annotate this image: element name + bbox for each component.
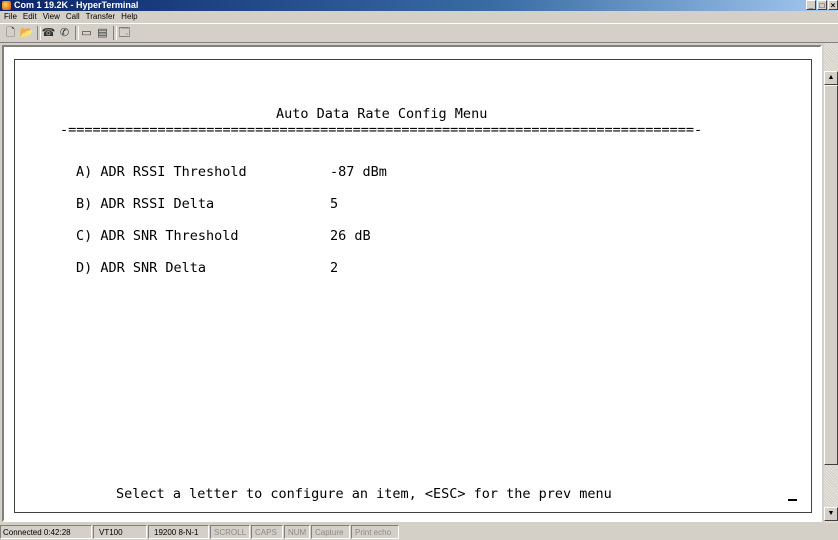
vertical-scrollbar[interactable]: ▲ ▼ [824,43,838,523]
connect-icon[interactable]: ☎ [41,26,56,40]
scroll-up-button[interactable]: ▲ [824,71,838,85]
scroll-down-button[interactable]: ▼ [824,507,838,521]
menu-file[interactable]: File [0,11,20,23]
toolbar: 🗋 📂 ☎ ✆ ▭ ▤ 🗔 [0,23,838,43]
option-c-value: 26 dB [330,228,371,244]
option-b-value: 5 [330,196,339,212]
option-d-label: D) ADR SNR Delta [76,260,207,276]
hyperterminal-app-icon[interactable] [2,1,11,10]
status-print-echo: Print echo [351,525,399,539]
terminal-cursor [788,499,797,501]
menu-bar: File Edit View Call Transfer Help [0,11,838,23]
option-a-label: A) ADR RSSI Threshold [76,164,247,180]
receive-icon[interactable]: ▤ [95,26,110,40]
menu-transfer[interactable]: Transfer [83,11,119,23]
menu-help[interactable]: Help [118,11,140,23]
option-c-label: C) ADR SNR Threshold [76,228,239,244]
menu-view[interactable]: View [40,11,63,23]
scroll-thumb[interactable] [824,85,838,465]
close-button[interactable]: × [828,0,838,10]
status-port-settings: 19200 8-N-1 [148,525,209,539]
status-num: NUM [284,525,310,539]
status-capture: Capture [311,525,350,539]
status-scroll: SCROLL [210,525,250,539]
option-d-value: 2 [330,260,339,276]
open-icon[interactable]: 📂 [19,26,34,40]
option-b-label: B) ADR RSSI Delta [76,196,215,212]
maximize-button[interactable]: □ [817,0,827,10]
menu-title: Auto Data Rate Config Menu [276,106,488,122]
menu-call[interactable]: Call [63,11,83,23]
option-a-value: -87 dBm [330,164,387,180]
new-icon[interactable]: 🗋 [3,26,18,40]
title-bar[interactable]: Com 1 19.2K - HyperTerminal _ □ × [0,0,838,11]
minimize-button[interactable]: _ [806,0,816,10]
disconnect-icon[interactable]: ✆ [57,26,72,40]
status-connected: Connected 0:42:28 [0,525,92,539]
properties-icon[interactable]: 🗔 [117,26,132,40]
status-emulation: VT100 [93,525,147,539]
send-icon[interactable]: ▭ [79,26,94,40]
menu-divider: -=======================================… [60,122,703,138]
menu-edit[interactable]: Edit [20,11,40,23]
menu-prompt: Select a letter to configure an item, <E… [116,486,612,502]
status-caps: CAPS [251,525,283,539]
window-title: Com 1 19.2K - HyperTerminal [14,0,139,10]
status-bar: Connected 0:42:28 VT100 19200 8-N-1 SCRO… [0,523,838,540]
window-controls: _ □ × [805,0,838,11]
